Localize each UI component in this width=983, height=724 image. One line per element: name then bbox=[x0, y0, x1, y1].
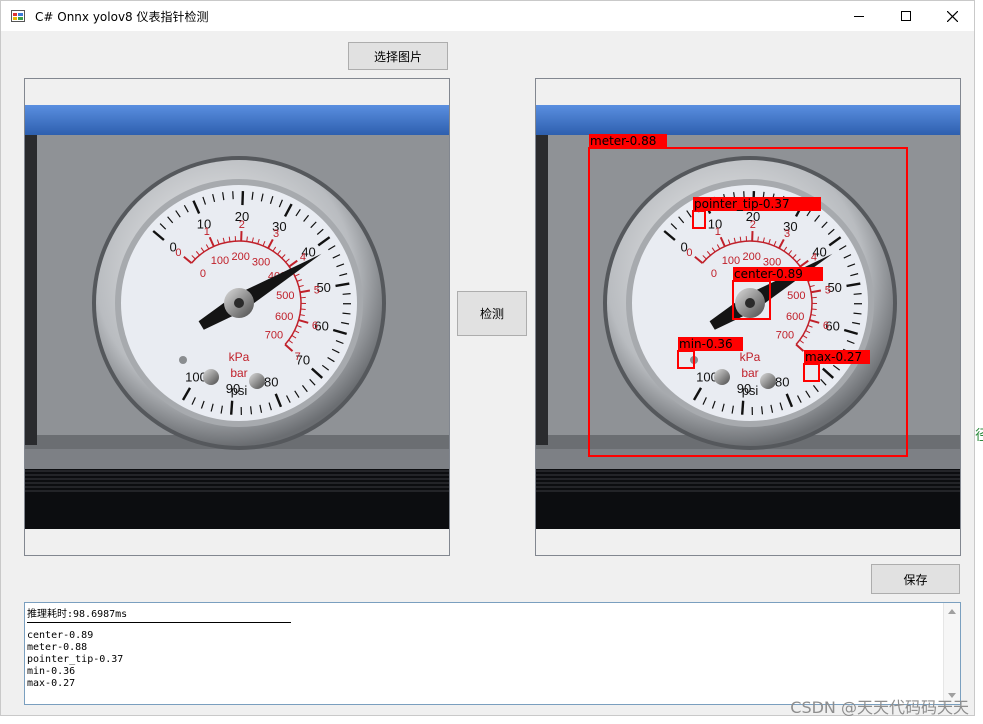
kpa-label: 0 bbox=[200, 268, 206, 280]
bar-label: 6 bbox=[823, 320, 829, 332]
panel-rail bbox=[25, 449, 449, 469]
kpa-label: 200 bbox=[231, 251, 249, 263]
bar-label: 2 bbox=[750, 219, 756, 231]
app-window: C# Onnx yolov8 仪表指针检测 选择图片 0 10 20 30 40 50 60… bbox=[0, 0, 975, 716]
panel-shadow bbox=[536, 135, 548, 445]
unit-psi-label: psi bbox=[231, 383, 248, 398]
unit-kpa-label: kPa bbox=[229, 350, 250, 364]
kpa-label: 300 bbox=[252, 257, 270, 269]
stop-pin bbox=[179, 356, 187, 364]
result-image-box: 0102030405060708090100012345670100200300… bbox=[535, 78, 961, 556]
psi-label: 80 bbox=[775, 375, 789, 390]
kpa-label: 700 bbox=[265, 329, 283, 341]
result-image: 0102030405060708090100012345670100200300… bbox=[536, 105, 960, 529]
close-icon bbox=[946, 10, 958, 22]
psi-label: 80 bbox=[264, 375, 278, 390]
select-image-button[interactable]: 选择图片 bbox=[348, 42, 448, 70]
watermark: CSDN @天天代码码天天 bbox=[790, 698, 969, 717]
unit-bar-label: bar bbox=[230, 366, 247, 380]
app-icon bbox=[11, 10, 25, 22]
detection-label: pointer_tip-0.37 bbox=[694, 197, 790, 211]
screw bbox=[249, 373, 265, 389]
detection-label: max-0.27 bbox=[805, 350, 862, 364]
psi-tick bbox=[229, 400, 234, 415]
kpa-label: 100 bbox=[722, 255, 740, 267]
source-image-box: 0 10 20 30 40 50 60 70 80 90 100 0 1 2 3 4 5 6 7 0 100 200 300… bbox=[24, 78, 450, 556]
bar-label: 2 bbox=[239, 219, 245, 231]
background-glyph: 径 bbox=[975, 428, 983, 444]
minimize-button[interactable] bbox=[836, 1, 882, 31]
unit-psi-label: psi bbox=[742, 383, 759, 398]
result-line: meter-0.88 bbox=[27, 642, 88, 653]
maximize-icon bbox=[901, 11, 911, 21]
bar-label: 5 bbox=[314, 284, 320, 296]
title-bar: C# Onnx yolov8 仪表指针检测 bbox=[1, 1, 974, 31]
kpa-label: 500 bbox=[787, 290, 805, 302]
unit-bar-label: bar bbox=[741, 366, 758, 380]
bar-label: 5 bbox=[825, 284, 831, 296]
result-line: max-0.27 bbox=[27, 678, 76, 689]
bar-label: 0 bbox=[686, 247, 692, 259]
minimize-icon bbox=[854, 16, 864, 17]
kpa-label: 200 bbox=[742, 251, 760, 263]
kpa-label: 700 bbox=[776, 329, 794, 341]
separator-line bbox=[27, 622, 291, 623]
pointer-hub-center bbox=[234, 298, 244, 308]
bar-tick bbox=[246, 236, 248, 242]
kpa-label: 600 bbox=[786, 311, 804, 323]
result-line: pointer_tip-0.37 bbox=[27, 654, 124, 665]
bar-label: 1 bbox=[715, 226, 721, 238]
bar-label: 1 bbox=[204, 226, 210, 238]
bar-label: 3 bbox=[784, 228, 790, 240]
detect-button[interactable]: 检测 bbox=[457, 291, 527, 336]
screw bbox=[760, 373, 776, 389]
screw bbox=[203, 369, 219, 385]
pointer-hub-center bbox=[745, 298, 755, 308]
close-button[interactable] bbox=[929, 1, 975, 31]
psi-tick bbox=[853, 312, 862, 315]
bar-label: 7 bbox=[295, 351, 301, 363]
panel-shadow bbox=[25, 135, 37, 445]
kpa-label: 500 bbox=[276, 290, 294, 302]
bar-label: 6 bbox=[312, 320, 318, 332]
save-button[interactable]: 保存 bbox=[871, 564, 960, 594]
result-line: min-0.36 bbox=[27, 666, 76, 677]
bar-tick bbox=[757, 236, 759, 242]
psi-tick bbox=[740, 400, 745, 415]
maximize-button[interactable] bbox=[883, 1, 929, 31]
timing-line: 推理耗时:98.6987ms bbox=[27, 609, 128, 620]
detection-label: min-0.36 bbox=[679, 337, 733, 351]
panel-rail bbox=[536, 449, 960, 469]
kpa-label: 100 bbox=[211, 255, 229, 267]
kpa-label: 0 bbox=[711, 268, 717, 280]
detection-label: center-0.89 bbox=[734, 267, 803, 281]
screw bbox=[714, 369, 730, 385]
bar-label: 3 bbox=[273, 228, 279, 240]
window-title: C# Onnx yolov8 仪表指针检测 bbox=[35, 10, 209, 24]
result-line: center-0.89 bbox=[27, 630, 94, 641]
vertical-scrollbar[interactable] bbox=[943, 603, 960, 704]
psi-tick bbox=[342, 312, 351, 315]
kpa-label: 600 bbox=[275, 311, 293, 323]
scroll-up-icon[interactable] bbox=[948, 609, 956, 614]
psi-tick bbox=[853, 293, 862, 295]
source-image: 0 10 20 30 40 50 60 70 80 90 100 0 1 2 3 4 5 6 7 0 100 200 300… bbox=[25, 105, 449, 529]
bar-label: 0 bbox=[175, 247, 181, 259]
result-textbox[interactable]: 推理耗时:98.6987ms center-0.89 meter-0.88 po… bbox=[24, 602, 961, 705]
psi-tick bbox=[342, 293, 351, 295]
detection-label: meter-0.88 bbox=[590, 134, 656, 148]
gauge-photo-annotated: 0102030405060708090100012345670100200300… bbox=[536, 105, 960, 529]
gauge-photo: 010 2030405060708090100012345670100 200 300… bbox=[25, 105, 449, 529]
unit-kpa-label: kPa bbox=[740, 350, 761, 364]
